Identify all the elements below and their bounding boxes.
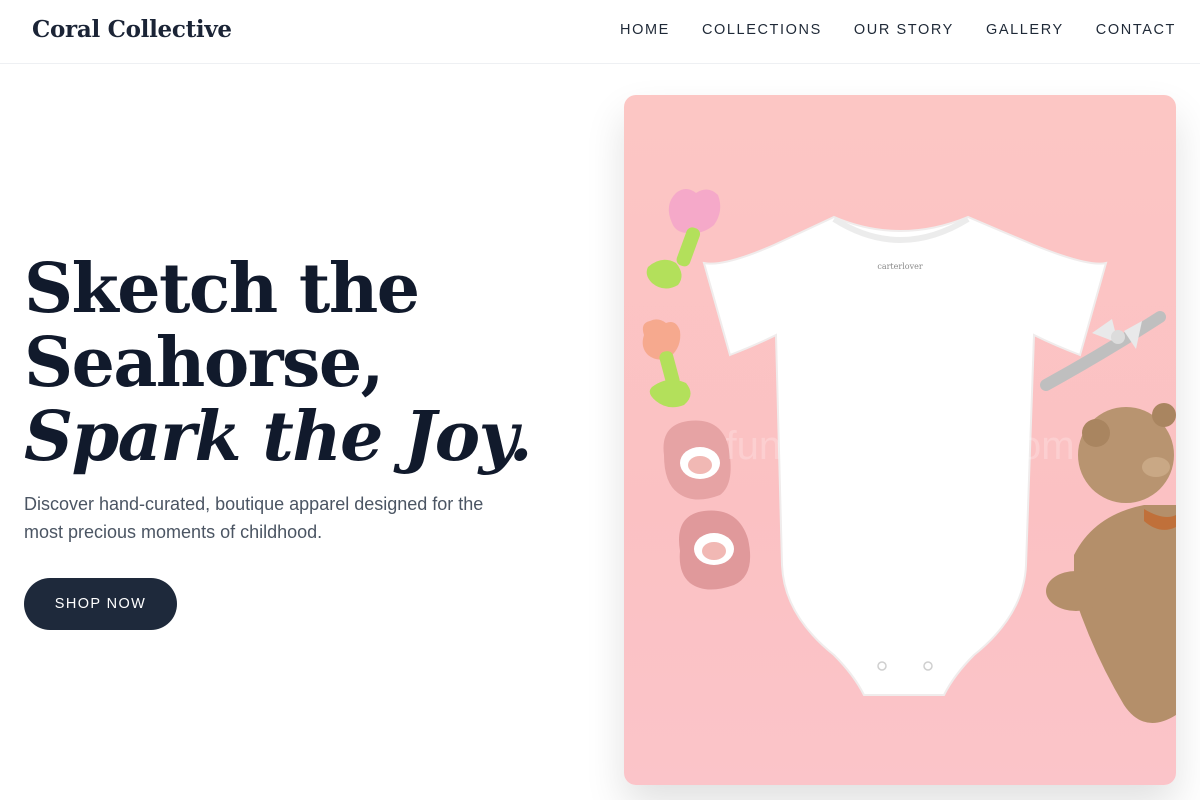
- shop-now-button[interactable]: SHOP NOW: [24, 578, 177, 630]
- site-header: Coral Collective HOME COLLECTIONS OUR ST…: [0, 0, 1200, 64]
- hero-subtitle: Discover hand-curated, boutique apparel …: [24, 494, 484, 542]
- nav-home-link[interactable]: HOME: [620, 22, 670, 38]
- hero-title-line-1: Sketch the: [24, 249, 420, 329]
- hero-product-image: carterlover funnyseahorse.com: [624, 95, 1176, 785]
- hero-title: Sketch the Seahorse, Spark the Joy.: [24, 249, 533, 477]
- peach-teether-icon: [642, 319, 691, 408]
- nav-gallery-link[interactable]: GALLERY: [986, 22, 1064, 38]
- main-nav: HOME COLLECTIONS OUR STORY GALLERY CONTA…: [620, 22, 1176, 38]
- nav-collections-link[interactable]: COLLECTIONS: [702, 22, 822, 38]
- brand-logo[interactable]: Coral Collective: [32, 16, 232, 43]
- hero-title-line-2: Seahorse,: [24, 323, 384, 403]
- nav-our-story-link[interactable]: OUR STORY: [854, 22, 954, 38]
- nav-contact-link[interactable]: CONTACT: [1096, 22, 1176, 38]
- image-watermark: funnyseahorse.com: [725, 424, 1074, 468]
- onesie-flatlay-illustration: carterlover funnyseahorse.com: [642, 189, 1176, 723]
- onesie-tag-label: carterlover: [877, 262, 922, 271]
- hero-title-line-3: Spark the Joy.: [24, 397, 533, 477]
